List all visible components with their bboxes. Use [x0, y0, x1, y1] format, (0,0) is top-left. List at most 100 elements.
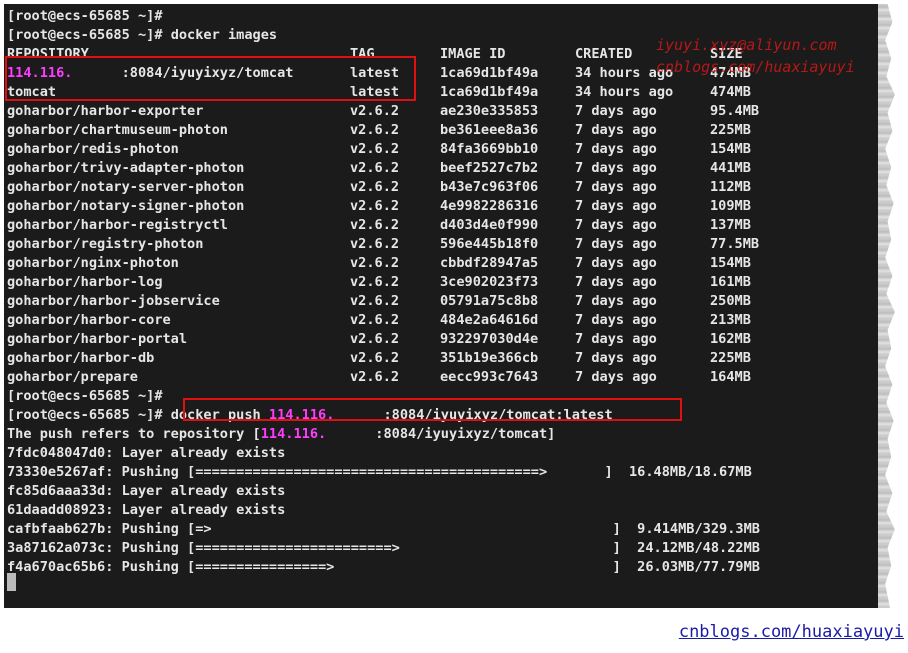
created-cell: 34 hours ago [575, 84, 674, 100]
watermark-blog: cnblogs.com/huaxiayuyi [656, 58, 855, 76]
repository-cell: goharbor/harbor-jobservice [7, 292, 220, 311]
tag-cell: v2.6.2 [350, 179, 400, 195]
repository-name: goharbor/registry-photon [7, 236, 204, 252]
image-id-cell: 932297030d4e [440, 331, 539, 347]
tag-cell: v2.6.2 [350, 331, 400, 347]
size-cell: 77.5MB [710, 236, 760, 252]
repository-name: goharbor/harbor-db [7, 350, 155, 366]
layer-status-text: cafbfaab627b: Pushing [=> ] 9.414MB/329.… [7, 521, 760, 537]
layer-status-text: 7fdc048047d0: Layer already exists [7, 445, 286, 461]
column-header-created: CREATED [575, 46, 633, 62]
image-id-cell: b43e7c963f06 [440, 179, 539, 195]
created-cell: 7 days ago [575, 331, 657, 347]
image-id-cell: beef2527c7b2 [440, 160, 539, 176]
repository-cell: goharbor/nginx-photon [7, 254, 179, 273]
repository-cell: goharbor/notary-signer-photon [7, 197, 244, 216]
image-id-cell: 351b19e366cb [440, 350, 539, 366]
created-cell: 7 days ago [575, 350, 657, 366]
repository-cell: goharbor/harbor-portal [7, 330, 187, 349]
tag-cell: v2.6.2 [350, 217, 400, 233]
size-cell: 154MB [710, 255, 751, 271]
layer-status-line: 73330e5267af: Pushing [=================… [7, 463, 752, 482]
tag-cell: v2.6.2 [350, 255, 400, 271]
size-cell: 109MB [710, 198, 751, 214]
repository-name: goharbor/prepare [7, 369, 138, 385]
image-id-cell: eecc993c7643 [440, 369, 539, 385]
watermark-email: iyuyi.xyz@aliyun.com [656, 36, 837, 54]
size-cell: 154MB [710, 141, 751, 157]
repository-name: goharbor/harbor-jobservice [7, 293, 220, 309]
tag-cell: v2.6.2 [350, 350, 400, 366]
repository-name: goharbor/harbor-portal [7, 331, 188, 347]
created-cell: 7 days ago [575, 160, 657, 176]
repository-cell: goharbor/harbor-core [7, 311, 171, 330]
repository-name: goharbor/nginx-photon [7, 255, 179, 271]
created-cell: 7 days ago [575, 198, 657, 214]
image-id-cell: be361eee8a36 [440, 122, 539, 138]
layer-status-line: 3a87162a073c: Pushing [=================… [7, 539, 760, 558]
repository-cell: goharbor/chartmuseum-photon [7, 121, 228, 140]
repository-name: goharbor/chartmuseum-photon [7, 122, 228, 138]
image-id-cell: 84fa3669bb10 [440, 141, 539, 157]
created-cell: 7 days ago [575, 179, 657, 195]
layer-status-line: 7fdc048047d0: Layer already exists [7, 444, 285, 463]
prompt-text: [root@ecs-65685 ~]# [7, 407, 163, 423]
image-id-cell: 4e9982286316 [440, 198, 539, 214]
image-id-cell: cbbdf28947a5 [440, 255, 539, 271]
repository-cell: goharbor/trivy-adapter-photon [7, 159, 244, 178]
layer-status-text: f4a670ac65b6: Pushing [================>… [7, 559, 760, 575]
repository-name: goharbor/harbor-log [7, 274, 163, 290]
image-id-cell: 596e445b18f0 [440, 236, 539, 252]
refers-text: The push refers to repository [ [7, 426, 261, 442]
layer-status-line: f4a670ac65b6: Pushing [================>… [7, 558, 760, 577]
created-cell: 7 days ago [575, 217, 657, 233]
created-cell: 7 days ago [575, 293, 657, 309]
tag-cell: v2.6.2 [350, 198, 400, 214]
repository-name: goharbor/harbor-core [7, 312, 171, 328]
created-cell: 7 days ago [575, 312, 657, 328]
repository-name: goharbor/redis-photon [7, 141, 179, 157]
size-cell: 213MB [710, 312, 751, 328]
repository-cell: goharbor/redis-photon [7, 140, 179, 159]
terminal-cursor [7, 573, 16, 591]
repository-cell: goharbor/harbor-exporter [7, 102, 203, 121]
layer-status-line: cafbfaab627b: Pushing [=> ] 9.414MB/329.… [7, 520, 760, 539]
torn-edge-decoration [878, 4, 895, 608]
image-id-cell: 05791a75c8b8 [440, 293, 539, 309]
command-text: docker images [170, 27, 278, 43]
layer-status-line: fc85d6aaa33d: Layer already exists [7, 482, 285, 501]
repository-cell: goharbor/prepare [7, 368, 138, 387]
size-cell: 162MB [710, 331, 751, 347]
size-cell: 137MB [710, 217, 751, 233]
terminal-window[interactable]: [root@ecs-65685 ~]# [root@ecs-65685 ~]# d… [4, 4, 880, 608]
size-cell: 225MB [710, 350, 751, 366]
size-cell: 474MB [710, 84, 751, 100]
prompt-line: [root@ecs-65685 ~]# [7, 387, 163, 406]
column-header-image-id: IMAGE ID [440, 46, 506, 62]
repository-name: goharbor/notary-server-photon [7, 179, 245, 195]
image-id-cell: 1ca69d1bf49a [440, 65, 539, 81]
size-cell: 164MB [710, 369, 751, 385]
created-cell: 7 days ago [575, 369, 657, 385]
size-cell: 225MB [710, 122, 751, 138]
tag-cell: v2.6.2 [350, 293, 400, 309]
prompt-text: [root@ecs-65685 ~]# [7, 388, 163, 404]
created-cell: 7 days ago [575, 274, 657, 290]
repository-cell: goharbor/registry-photon [7, 235, 203, 254]
repository-name: goharbor/harbor-exporter [7, 103, 204, 119]
size-cell: 161MB [710, 274, 751, 290]
highlight-box-push-command [183, 398, 682, 421]
layer-status-text: fc85d6aaa33d: Layer already exists [7, 483, 286, 499]
repository-name: goharbor/trivy-adapter-photon [7, 160, 245, 176]
footer-blog-link[interactable]: cnblogs.com/huaxiayuyi [679, 622, 904, 642]
created-cell: 7 days ago [575, 122, 657, 138]
layer-status-text: 73330e5267af: Pushing [=================… [7, 464, 752, 480]
image-id-cell: 484e2a64616d [440, 312, 539, 328]
layer-status-line: 61daadd08923: Layer already exists [7, 501, 285, 520]
refers-target: :8084/iyuyixyz/tomcat] [326, 426, 556, 442]
created-cell: 7 days ago [575, 103, 657, 119]
size-cell: 95.4MB [710, 103, 760, 119]
size-cell: 250MB [710, 293, 751, 309]
